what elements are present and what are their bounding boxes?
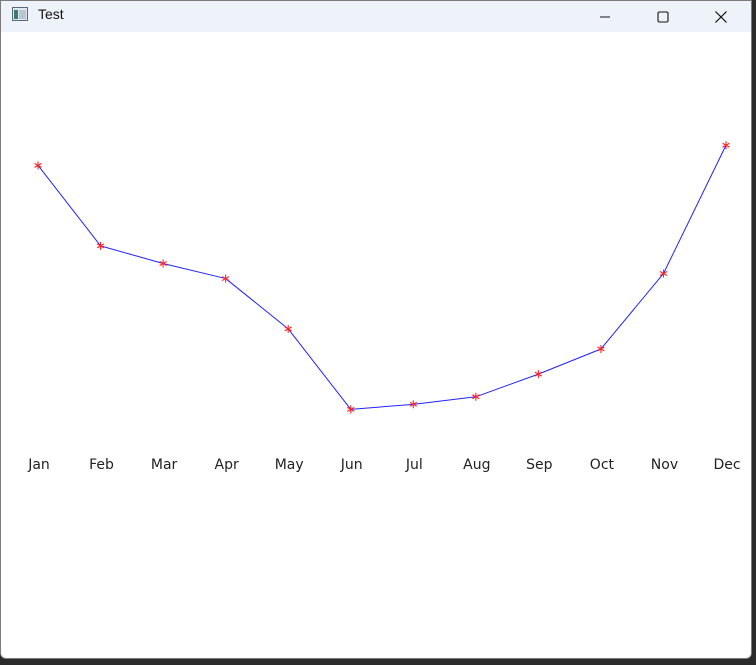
series-line-segment <box>287 328 352 410</box>
x-tick-label-aug: Aug <box>463 457 490 473</box>
x-tick-label-jul: Jul <box>405 457 423 473</box>
series-line-segment <box>350 403 414 410</box>
x-tick-label-mar: Mar <box>151 457 178 473</box>
minimize-icon <box>600 16 610 17</box>
series-line-segment <box>225 278 289 330</box>
close-icon <box>715 10 727 23</box>
window-title: Test <box>38 6 64 22</box>
series-line-segment <box>538 348 602 375</box>
x-tick-label-sep: Sep <box>526 457 553 473</box>
series-line-segment <box>100 245 164 264</box>
x-tick-label-apr: Apr <box>215 457 239 473</box>
chart-canvas: Jan Feb Mar Apr May Jun Jul Aug Sep Oct Nov Dec <box>1 32 751 658</box>
app-icon <box>12 7 28 21</box>
x-tick-label-oct: Oct <box>590 457 615 473</box>
x-tick-label-nov: Nov <box>651 457 678 473</box>
maximize-icon <box>657 10 669 23</box>
series-line-segment <box>475 373 539 398</box>
x-tick-label-feb: Feb <box>89 457 114 473</box>
series-line-group <box>37 145 727 410</box>
app-window: Test Jan Feb Mar Apr May Jun Jul Aug Sep Oct Nov De… <box>0 0 752 659</box>
maximize-button[interactable] <box>634 1 692 32</box>
data-point-marker-dec <box>722 141 730 150</box>
series-line-segment <box>600 273 664 350</box>
close-button[interactable] <box>692 1 750 32</box>
x-tick-label-jun: Jun <box>340 457 363 473</box>
data-point-marker-apr <box>221 274 230 283</box>
x-tick-label-dec: Dec <box>713 457 740 473</box>
x-tick-label-may: May <box>275 457 304 473</box>
series-line-segment <box>663 145 727 274</box>
x-axis-labels: Jan Feb Mar Apr May Jun Jul Aug Sep Oct Nov Dec <box>27 457 740 473</box>
x-tick-label-jan: Jan <box>27 457 50 473</box>
title-bar[interactable]: Test <box>1 1 751 32</box>
series-line-segment <box>37 165 101 247</box>
line-chart: Jan Feb Mar Apr May Jun Jul Aug Sep Oct Nov Dec <box>27 141 741 473</box>
series-line-segment <box>413 396 476 405</box>
minimize-button[interactable] <box>576 1 634 32</box>
markers-group <box>34 141 730 414</box>
data-point-marker-mar <box>159 259 167 268</box>
series-line-segment <box>162 262 226 280</box>
data-point-marker-sep <box>534 370 543 379</box>
